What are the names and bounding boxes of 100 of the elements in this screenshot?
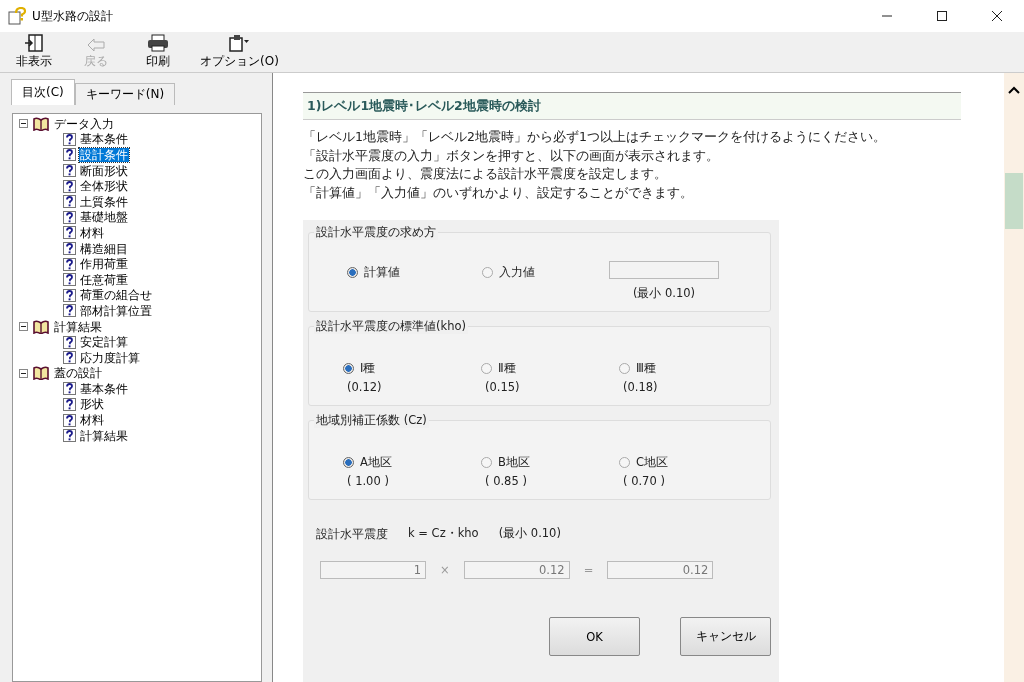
tree-item[interactable]: 材料 (79, 225, 105, 240)
value-field[interactable]: 0.12 (463, 561, 570, 579)
help-topic-icon (63, 179, 76, 193)
radio-button[interactable] (343, 363, 354, 374)
help-topic-icon (63, 132, 76, 146)
book-icon (32, 319, 50, 334)
operator-sign: = (583, 563, 594, 577)
tree-item[interactable]: 蓋の設計 (53, 366, 103, 381)
instruction-text: 「レベル1地震時」「レベル2地震時」から必ず1つ以上はチェックマークを付けるようにください。 (303, 128, 887, 146)
radio-button[interactable] (481, 363, 492, 374)
options-icon (228, 34, 251, 52)
tree-item[interactable]: データ入力 (53, 116, 115, 131)
radio-label: Ⅰ種 (360, 361, 376, 376)
help-topic-icon (63, 398, 76, 411)
help-topic-icon (63, 413, 76, 427)
help-topic-icon (63, 273, 76, 287)
radio-label: 入力値 (499, 265, 535, 280)
help-topic-icon (63, 164, 76, 178)
help-topic-icon (63, 226, 76, 240)
tree-item[interactable]: 断面形状 (79, 163, 129, 178)
tree-item[interactable]: 作用荷重 (79, 257, 129, 272)
radio-button[interactable] (347, 267, 358, 278)
radio-label: C地区 (636, 455, 669, 470)
help-topic-icon (63, 351, 76, 365)
option-value: ( 0.70 ) (622, 474, 666, 488)
help-topic-icon (63, 210, 76, 224)
radio-label: B地区 (498, 455, 530, 470)
panel-icon (24, 34, 44, 52)
option-value: ( 0.85 ) (484, 474, 528, 488)
tree-item[interactable]: 計算結果 (79, 428, 129, 443)
option-value: (0.18) (622, 380, 659, 394)
scroll-up-icon[interactable] (1008, 86, 1020, 94)
book-icon (32, 366, 50, 381)
help-topic-icon (63, 335, 76, 349)
option-value: ( 1.00 ) (346, 474, 390, 488)
result-label: 設計水平震度 (316, 526, 388, 543)
dialog-button[interactable]: OK (549, 617, 640, 656)
toolbar-button[interactable]: 非表示 (10, 32, 58, 72)
tree-item[interactable]: 基本条件 (79, 381, 129, 396)
dialog-button[interactable]: キャンセル (680, 617, 771, 656)
value-field[interactable]: 1 (320, 561, 426, 579)
tree-item[interactable]: 部材計算位置 (79, 303, 153, 318)
help-topic-icon (63, 195, 76, 209)
help-topic-icon (63, 288, 76, 302)
tree-item[interactable]: 設計条件 (79, 148, 129, 162)
formula-text: k = Cz・kho (408, 526, 479, 542)
group-title: 設計水平震度の求め方 (314, 225, 438, 240)
tree-item[interactable]: 基礎地盤 (79, 210, 129, 225)
help-app-icon (8, 7, 26, 25)
nav-tab[interactable]: キーワード(N) (74, 83, 176, 105)
tree-item[interactable]: 荷重の組合せ (79, 288, 153, 303)
radio-label: A地区 (360, 455, 392, 470)
printer-icon (147, 34, 169, 52)
close-icon[interactable] (991, 10, 1003, 22)
minimum-note: (最小 0.10) (498, 526, 561, 542)
instruction-text: この入力画面より、震度法による設計水平震度を設定します。 (303, 165, 668, 183)
tree-item[interactable]: 構造細目 (79, 241, 129, 256)
radio-label: Ⅲ種 (636, 361, 656, 376)
help-topic-icon (63, 382, 76, 396)
group-title: 地域別補正係数 (Cz) (314, 413, 429, 428)
toolbar-button[interactable]: オプション(O) (196, 32, 283, 72)
help-topic-icon (63, 304, 76, 318)
scroll-thumb[interactable] (1005, 173, 1023, 229)
help-topic-icon (63, 242, 76, 256)
nav-tab[interactable]: 目次(C) (11, 79, 75, 105)
back-arrow-icon (87, 38, 105, 52)
scrollbar[interactable] (1004, 73, 1024, 682)
window-title: U型水路の設計 (32, 7, 113, 25)
tree-item[interactable]: 形状 (79, 397, 105, 412)
tree-item[interactable]: 任意荷重 (79, 272, 129, 287)
splitter[interactable] (265, 73, 273, 682)
help-topic-icon (63, 257, 76, 271)
maximize-icon[interactable] (936, 10, 948, 22)
radio-button[interactable] (619, 457, 630, 468)
option-value: (0.15) (484, 380, 521, 394)
tree-item[interactable]: 応力度計算 (79, 350, 141, 365)
value-field[interactable]: 0.12 (607, 561, 714, 579)
input-field[interactable] (609, 261, 719, 279)
radio-label: Ⅱ種 (498, 361, 516, 376)
radio-button[interactable] (343, 457, 354, 468)
collapse-icon[interactable] (19, 322, 28, 331)
tree-item[interactable]: 安定計算 (79, 335, 129, 350)
tree-item[interactable]: 基本条件 (79, 132, 129, 147)
tree-item[interactable]: 材料 (79, 413, 105, 428)
toolbar-button[interactable]: 印刷 (134, 32, 182, 72)
collapse-icon[interactable] (19, 119, 28, 129)
tree-item[interactable]: 土質条件 (79, 194, 129, 209)
minimum-note: (最小 0.10) (632, 286, 696, 301)
option-value: (0.12) (346, 380, 383, 394)
instruction-text: 「計算値」「入力値」のいずれかより、設定することができます。 (303, 183, 694, 202)
tree-item[interactable]: 全体形状 (79, 179, 129, 194)
radio-button[interactable] (619, 363, 630, 374)
radio-button[interactable] (481, 457, 492, 468)
help-topic-icon (63, 148, 76, 162)
radio-button[interactable] (482, 267, 493, 278)
collapse-icon[interactable] (19, 368, 28, 378)
tree-item[interactable]: 計算結果 (53, 319, 103, 334)
group-title: 設計水平震度の標準値(kho) (314, 319, 468, 334)
instruction-text: 「設計水平震度の入力」ボタンを押すと、以下の画面が表示されます。 (303, 146, 720, 165)
operator-sign: × (440, 563, 450, 577)
